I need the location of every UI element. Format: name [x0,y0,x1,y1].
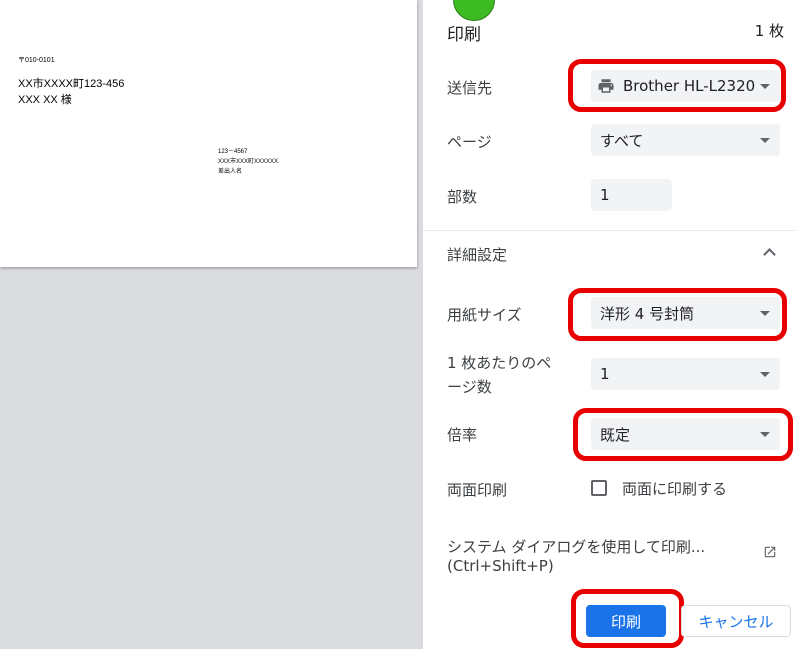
sender-address: XXX市XXX町XXXXXX [218,159,279,165]
scale-value: 既定 [600,425,631,444]
destination-select[interactable]: Brother HL-L2320 [591,70,780,102]
chevron-down-icon [760,84,770,89]
destination-value: Brother HL-L2320 [623,77,756,95]
pages-per-sheet-value: 1 [600,365,610,383]
print-title: 印刷 [447,25,481,45]
envelope-preview: 〒010-0101 XX市XXXX町123-456 XXX XX 様 123－4… [0,0,417,267]
chevron-up-icon[interactable] [763,248,776,261]
sender-name: 差出人名 [218,169,243,175]
pages-value: すべて [600,131,644,150]
printer-icon [598,79,614,93]
cursor-marker [453,0,495,21]
pages-label: ページ [447,133,492,151]
pages-select[interactable]: すべて [591,124,780,156]
duplex-checkbox-label[interactable]: 両面に印刷する [622,478,727,499]
system-dialog-link-line1[interactable]: システム ダイアログを使用して印刷... [447,536,705,557]
print-preview-area: 〒010-0101 XX市XXXX町123-456 XXX XX 様 123－4… [0,0,423,649]
duplex-label: 両面印刷 [447,481,508,499]
pages-per-sheet-label-line1: 1 枚あたりのペ [447,354,552,372]
chevron-down-icon [760,372,770,377]
chevron-down-icon [760,311,770,316]
more-settings-label[interactable]: 詳細設定 [447,244,507,265]
recipient-address: XX市XXXX町123-456 [18,78,125,90]
cancel-button[interactable]: キャンセル [681,605,791,637]
scale-select[interactable]: 既定 [591,418,780,450]
scale-label: 倍率 [447,426,478,444]
copies-label: 部数 [447,188,478,206]
sender-postal-code: 123－4567 [218,149,248,155]
copies-input[interactable]: 1 [591,179,672,211]
system-dialog-link-line2[interactable]: (Ctrl+Shift+P) [447,557,554,575]
paper-size-value: 洋形 4 号封筒 [600,304,695,323]
divider [423,230,796,231]
chevron-down-icon [760,138,770,143]
sheet-count: 1 枚 [754,22,784,40]
pages-per-sheet-select[interactable]: 1 [591,358,780,390]
recipient-name: XXX XX 様 [18,94,72,106]
print-settings-panel: 印刷 1 枚 送信先 Brother HL-L2320 ページ すべて 部数 1… [423,0,796,649]
open-in-new-icon[interactable] [763,545,777,559]
duplex-checkbox[interactable] [591,480,607,496]
chevron-down-icon [760,432,770,437]
destination-label: 送信先 [447,79,493,97]
paper-size-select[interactable]: 洋形 4 号封筒 [591,297,780,329]
pages-per-sheet-label-line2: ージ数 [447,378,492,396]
print-button[interactable]: 印刷 [586,605,666,637]
paper-size-label: 用紙サイズ [447,306,522,324]
recipient-postal-code: 〒010-0101 [18,57,55,64]
